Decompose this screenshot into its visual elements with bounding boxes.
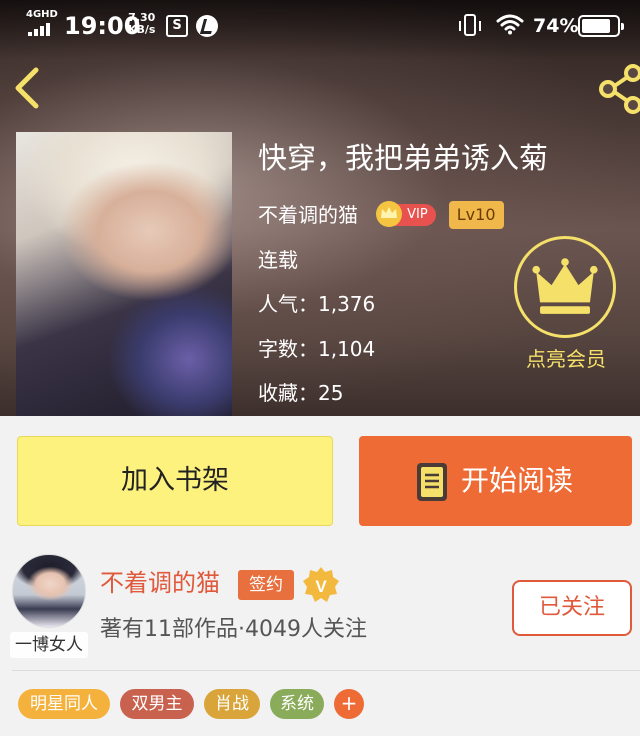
vibrate-icon (459, 14, 481, 36)
member-button[interactable]: 点亮会员 (514, 236, 618, 376)
popularity: 人气：1,376 (258, 292, 376, 316)
tag-item[interactable]: 系统 (270, 689, 324, 719)
network-speed: 7.30 KB/s (128, 12, 155, 36)
add-to-shelf-button[interactable]: 加入书架 (17, 436, 333, 526)
share-button[interactable] (596, 62, 640, 116)
favorites-count: 收藏：25 (258, 381, 344, 405)
author-summary: 著有11部作品·4049人关注 (100, 617, 367, 642)
battery-percent: 74% (533, 15, 579, 37)
crown-icon (532, 258, 598, 314)
back-button[interactable] (8, 64, 48, 112)
author-card: 一博女人 不着调的猫 签约 V 著有11部作品·4049人关注 已关注 (0, 548, 640, 670)
tag-item[interactable]: 双男主 (120, 689, 194, 719)
notification-icon (196, 15, 218, 37)
vip-badge: VIP (376, 201, 436, 227)
avatar[interactable] (12, 554, 86, 628)
book-icon (417, 463, 447, 501)
signal-icon (28, 22, 56, 36)
wifi-icon (496, 14, 524, 35)
vip-label: VIP (407, 207, 428, 222)
chevron-left-icon (15, 67, 39, 109)
book-cover[interactable] (16, 132, 232, 416)
app-notification-icon: S (166, 15, 188, 37)
v-badge-label: V (315, 577, 327, 596)
tag-list: 明星同人 双男主 肖战 系统 + (0, 671, 640, 736)
verified-v-icon: V (303, 567, 339, 602)
serial-status: 连载 (258, 248, 298, 272)
add-tag-button[interactable]: + (334, 689, 364, 719)
author-card-name[interactable]: 不着调的猫 (100, 566, 220, 600)
avatar-caption: 一博女人 (10, 632, 88, 658)
book-header: 4GHD 19:00 7.30 KB/s S 74% 快穿，我把弟弟诱入菊 不着… (0, 0, 640, 416)
tag-item[interactable]: 肖战 (204, 689, 260, 719)
signed-badge: 签约 (238, 570, 294, 600)
start-reading-label: 开始阅读 (461, 464, 574, 497)
speed-unit: KB/s (128, 23, 156, 36)
member-label: 点亮会员 (526, 347, 606, 371)
status-bar: 4GHD 19:00 7.30 KB/s S 74% (0, 0, 640, 52)
author-name[interactable]: 不着调的猫 (258, 200, 358, 230)
action-bar: 加入书架 开始阅读 (0, 416, 640, 548)
level-badge: Lv10 (448, 201, 504, 229)
tag-item[interactable]: 明星同人 (18, 689, 110, 719)
start-reading-button[interactable]: 开始阅读 (359, 436, 632, 526)
battery-icon (578, 15, 624, 37)
word-count: 字数：1,104 (258, 337, 376, 361)
follow-button[interactable]: 已关注 (512, 580, 632, 636)
crown-icon (376, 201, 403, 227)
network-indicator: 4GHD (26, 9, 58, 20)
author-row: 不着调的猫 VIP Lv10 (258, 200, 504, 230)
member-circle (514, 236, 616, 338)
book-title: 快穿，我把弟弟诱入菊 (258, 141, 549, 175)
share-icon (599, 64, 640, 114)
